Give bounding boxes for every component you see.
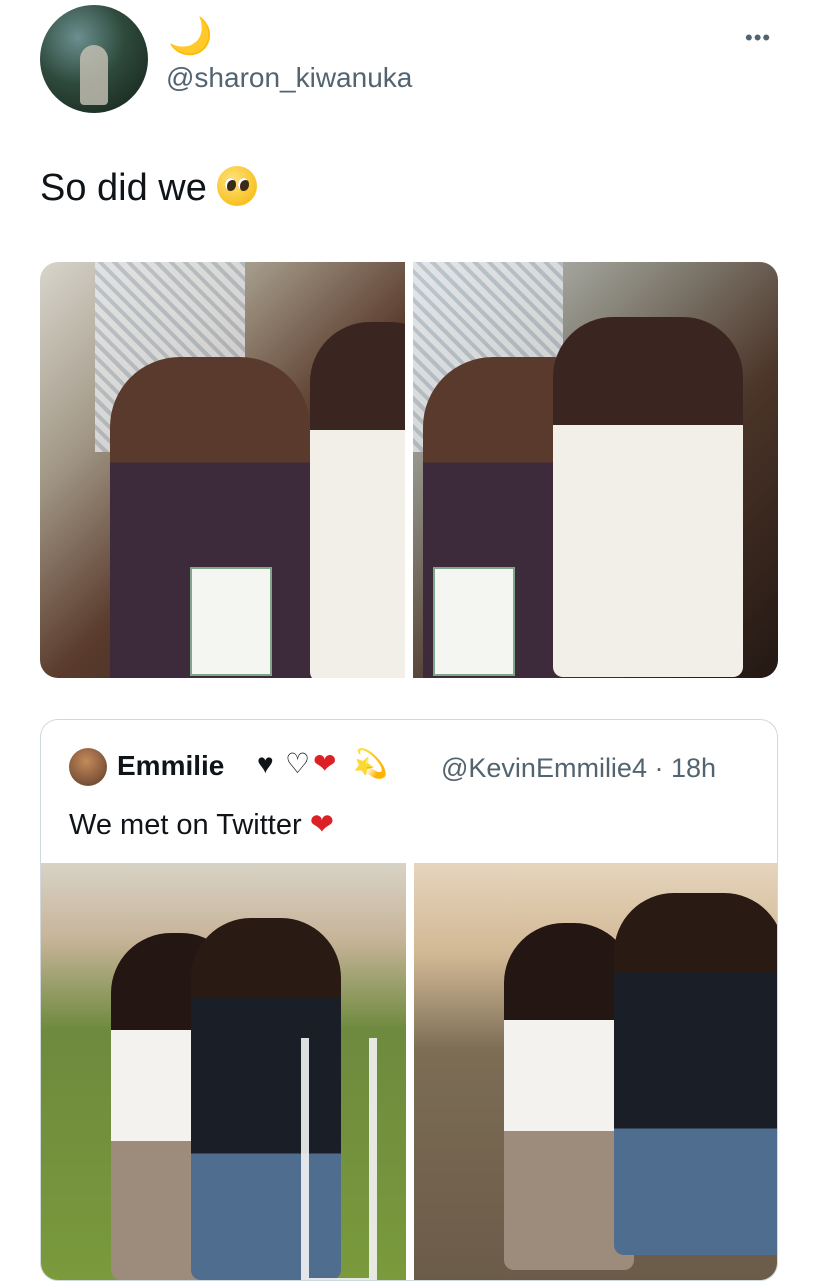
quoted-handle-time: @KevinEmmilie4 · 18h <box>441 753 717 783</box>
man-figure <box>614 893 777 1255</box>
avatar-figure <box>80 45 108 105</box>
author-handle[interactable]: @sharon_kiwanuka <box>166 62 412 94</box>
tweet-text-content: So did we <box>40 167 207 209</box>
quoted-tweet-text-content: We met on Twitter <box>69 809 302 841</box>
red-heart-icon: ❤ <box>313 748 337 779</box>
tweet-photo-1[interactable] <box>40 262 405 678</box>
table-card <box>190 567 272 676</box>
white-chair <box>301 1038 377 1280</box>
white-heart-icon: ♡ <box>285 748 311 779</box>
black-heart-icon: ♥ <box>257 748 274 779</box>
quoted-author-avatar <box>69 748 107 786</box>
tweet-text: So did we <box>40 166 257 210</box>
quoted-tweet[interactable]: Emmilie ♥ ♡ ❤ 💫 @KevinEmmilie4 · 18h We … <box>40 719 778 1281</box>
more-options-icon[interactable]: ••• <box>745 25 771 51</box>
quoted-tweet-media[interactable] <box>41 863 777 1280</box>
woman-figure <box>310 322 405 678</box>
pleading-face-icon <box>216 166 257 206</box>
woman-figure <box>553 317 743 677</box>
quoted-photo-1[interactable] <box>41 863 406 1280</box>
dizzy-star-icon: 💫 <box>353 748 388 779</box>
author-avatar[interactable] <box>40 5 148 113</box>
quoted-author-name: Emmilie <box>117 750 225 781</box>
quoted-photo-2[interactable] <box>414 863 777 1280</box>
table-card <box>433 567 515 676</box>
tweet-photo-2[interactable] <box>413 262 778 678</box>
quoted-tweet-text: We met on Twitter ❤ <box>69 807 334 842</box>
moon-icon: 🌙 <box>168 15 213 56</box>
tweet-media[interactable] <box>40 262 778 678</box>
red-heart-icon: ❤ <box>309 809 334 841</box>
